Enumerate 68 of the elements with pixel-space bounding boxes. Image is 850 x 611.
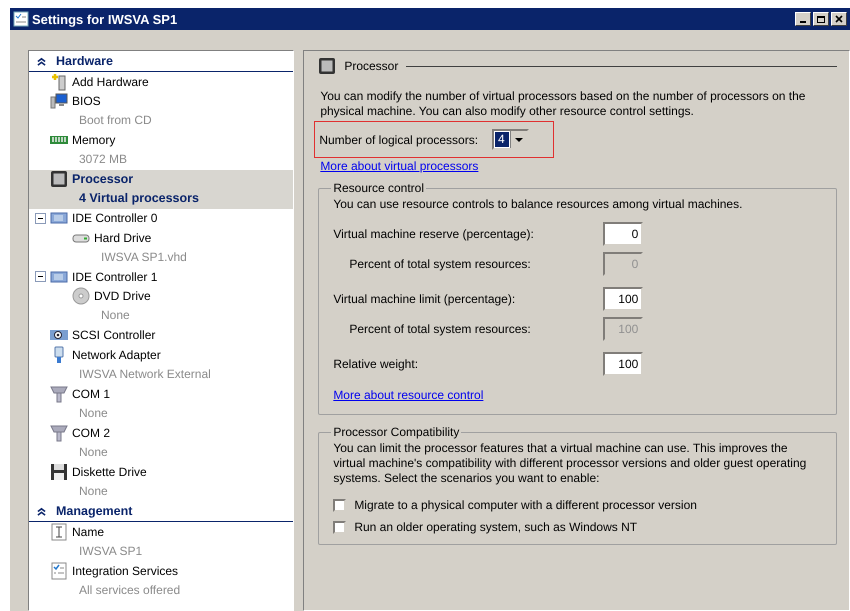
port-connector-icon <box>50 424 68 442</box>
tree-item-detail: All services offered <box>78 582 182 598</box>
field-label: Relative weight: <box>333 357 418 371</box>
tree-item-label[interactable]: Memory <box>72 133 116 148</box>
computer-icon <box>50 92 68 110</box>
checklist-icon <box>50 562 68 580</box>
tree-item-detail: Boot from CD <box>78 112 153 129</box>
checkbox[interactable] <box>333 498 346 512</box>
tree-item-label[interactable]: DVD Drive <box>94 289 151 304</box>
help-link[interactable]: More about resource control <box>333 388 484 402</box>
tree-item-label[interactable]: Network Adapter <box>72 348 161 362</box>
tree-item-label[interactable]: Add Hardware <box>72 74 149 89</box>
tree-item-detail: IWSVA SP1 <box>78 542 144 560</box>
tree-item-label[interactable]: COM 2 <box>72 426 110 440</box>
tree-item-detail: None <box>100 307 131 324</box>
processor-chip-icon <box>318 57 336 75</box>
tree-item-label[interactable]: Processor <box>72 172 134 186</box>
tree-item-detail: 3072 MB <box>78 151 128 168</box>
tree-item-label[interactable]: BIOS <box>72 94 101 108</box>
minimize-button[interactable] <box>795 12 811 26</box>
add-hardware-icon <box>50 72 68 91</box>
field-label: Virtual machine limit (percentage): <box>333 292 516 306</box>
maximize-button[interactable] <box>813 12 829 26</box>
tree-item-detail: None <box>78 482 109 500</box>
checkbox[interactable] <box>333 520 346 534</box>
caret-icon <box>515 138 524 142</box>
number-field[interactable]: 100 <box>603 352 644 376</box>
tree-item-detail: None <box>78 444 109 460</box>
tree-item-detail: 4 Virtual processors <box>78 190 200 207</box>
collapse-toggle[interactable] <box>35 212 46 224</box>
tree-item-label[interactable]: Diskette Drive <box>72 464 147 479</box>
tree-item-label[interactable]: IDE Controller 0 <box>72 211 158 226</box>
description-text: You can limit the processor features that a virtual machine can use. This improves the virtual machine's compatibility with different processor versions and older guest operating systems. Select the scenarios you want to enable: <box>333 441 808 486</box>
help-link[interactable]: More about virtual processors <box>320 159 478 173</box>
group-title: Processor Compatibility <box>332 425 460 439</box>
number-field[interactable]: 0 <box>603 222 644 246</box>
processor-count-dropdown[interactable]: 4 <box>492 129 530 150</box>
settings-page-icon <box>13 11 29 27</box>
field-label: Percent of total system resources: <box>348 257 531 271</box>
tree-item-label[interactable]: Hard Drive <box>94 230 152 245</box>
text-cursor-icon <box>50 522 68 541</box>
tree-item-label[interactable]: SCSI Controller <box>72 328 156 342</box>
field-label: Percent of total system resources: <box>348 322 531 336</box>
description-text: You can modify the number of virtual processors based on the number of processors on the physical machine. You can also modify other resource control settings. <box>320 89 806 119</box>
checkbox-label[interactable]: Run an older operating system, such as Windows NT <box>354 520 638 534</box>
collapse-toggle[interactable] <box>35 271 46 282</box>
close-button[interactable] <box>831 12 847 26</box>
window-title: Settings for IWSVA SP1 <box>32 12 178 26</box>
number-field[interactable]: 100 <box>603 287 644 311</box>
port-connector-icon <box>50 384 68 403</box>
section-title: Processor <box>344 59 398 73</box>
group-title: Resource control <box>332 181 426 195</box>
tree-item-detail: IWSVA SP1.vhd <box>100 248 188 266</box>
field-label: Virtual machine reserve (percentage): <box>333 227 534 241</box>
tree-item-label[interactable]: COM 1 <box>72 386 110 401</box>
tree-item-label[interactable]: Integration Services <box>72 564 178 578</box>
field-label: Number of logical processors: <box>319 132 478 146</box>
description-text: You can use resource controls to balance resources among virtual machines. <box>333 197 744 212</box>
section-header[interactable]: Management <box>29 501 294 522</box>
section-header[interactable]: Hardware <box>29 51 294 72</box>
tree-item-label[interactable]: IDE Controller 1 <box>72 270 158 284</box>
tree-item-detail: IWSVA Network External <box>78 366 212 382</box>
close-icon <box>835 15 843 23</box>
checkbox-label[interactable]: Migrate to a physical computer with a different processor version <box>354 498 697 512</box>
disc-icon <box>72 287 90 306</box>
processor-chip-icon <box>50 170 68 188</box>
tree-item-label[interactable]: Name <box>72 524 104 539</box>
tree-item-detail: None <box>78 404 109 422</box>
